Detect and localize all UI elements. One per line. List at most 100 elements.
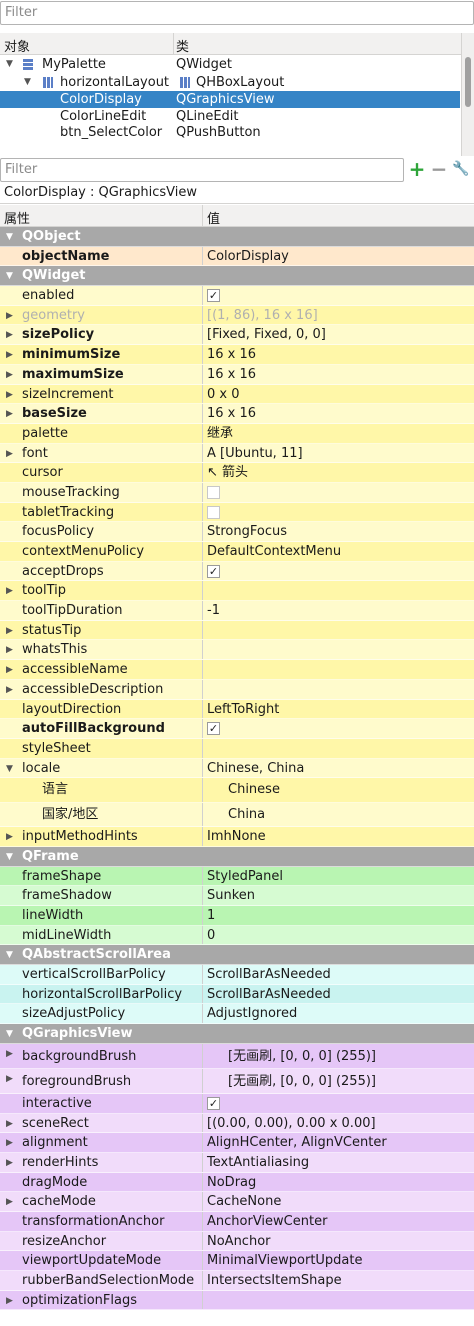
property-value[interactable]: 16 x 16 xyxy=(207,404,256,423)
property-value[interactable]: 1 xyxy=(207,906,215,925)
object-tree-scrollbar[interactable] xyxy=(461,33,474,156)
expand-arrow-icon[interactable]: ▶ xyxy=(6,409,13,419)
collapse-arrow-icon[interactable]: ▼ xyxy=(6,764,13,774)
property-row[interactable]: ▶ inputMethodHints ImhNone xyxy=(0,827,474,847)
property-row[interactable]: toolTipDuration -1 xyxy=(0,601,474,621)
property-row[interactable]: cursor ↖ 箭头 xyxy=(0,463,474,483)
configure-wrench-icon[interactable]: 🔧 xyxy=(450,158,472,182)
property-row[interactable]: 国家/地区 China xyxy=(0,802,474,828)
property-row[interactable]: ▶ minimumSize 16 x 16 xyxy=(0,345,474,365)
add-property-icon[interactable]: + xyxy=(406,158,428,182)
property-row[interactable]: ▶ renderHints TextAntialiasing xyxy=(0,1152,474,1173)
tree-row-colordisplay[interactable]: ColorDisplay QGraphicsView xyxy=(0,91,460,108)
expand-arrow-icon[interactable]: ▶ xyxy=(6,1074,13,1084)
property-row[interactable]: tabletTracking xyxy=(0,502,474,523)
property-row[interactable]: ▶ maximumSize 16 x 16 xyxy=(0,364,474,385)
property-row[interactable]: objectName ColorDisplay xyxy=(0,246,474,267)
property-value[interactable]: MinimalViewportUpdate xyxy=(207,1251,363,1270)
property-value[interactable]: Chinese xyxy=(228,778,280,802)
property-value[interactable]: TextAntialiasing xyxy=(207,1153,309,1172)
property-value[interactable]: IntersectsItemShape xyxy=(207,1271,342,1290)
expand-arrow-icon[interactable]: ▶ xyxy=(6,370,13,380)
property-row[interactable]: ▶ foregroundBrush [无画刷, [0, 0, 0] (255)] xyxy=(0,1068,474,1094)
expand-arrow-icon[interactable]: ▶ xyxy=(6,586,13,596)
property-group-header[interactable]: ▼ QAbstractScrollArea xyxy=(0,945,474,966)
property-value[interactable]: NoAnchor xyxy=(207,1232,271,1251)
expand-arrow-icon[interactable]: ▼ xyxy=(6,59,13,69)
property-header[interactable]: 属性 值 xyxy=(0,205,474,227)
expand-arrow-icon[interactable]: ▶ xyxy=(6,626,13,636)
property-row[interactable]: layoutDirection LeftToRight xyxy=(0,699,474,720)
scrollbar-thumb[interactable] xyxy=(465,57,471,107)
expand-arrow-icon[interactable]: ▶ xyxy=(6,390,13,400)
property-row[interactable]: styleSheet xyxy=(0,738,474,759)
collapse-arrow-icon[interactable]: ▼ xyxy=(6,1029,13,1039)
collapse-arrow-icon[interactable]: ▼ xyxy=(6,950,13,960)
property-value[interactable]: 继承 xyxy=(207,424,233,443)
property-value[interactable]: StyledPanel xyxy=(207,867,283,886)
column-value[interactable]: 值 xyxy=(207,208,220,227)
property-row[interactable]: ▶ baseSize 16 x 16 xyxy=(0,404,474,424)
property-row[interactable]: ▶ whatsThis xyxy=(0,640,474,661)
property-row[interactable]: ▼ locale Chinese, China xyxy=(0,758,474,779)
property-value[interactable]: [无画刷, [0, 0, 0] (255)] xyxy=(228,1044,376,1069)
property-row[interactable]: ▶ accessibleDescription xyxy=(0,679,474,700)
property-row[interactable]: ▶ sizeIncrement 0 x 0 xyxy=(0,384,474,405)
property-row[interactable]: frameShadow Sunken xyxy=(0,886,474,906)
column-class[interactable]: 类 xyxy=(176,36,189,55)
object-filter-input[interactable]: Filter xyxy=(0,1,474,25)
expand-arrow-icon[interactable]: ▶ xyxy=(6,311,13,321)
checkbox[interactable] xyxy=(207,505,220,519)
property-row[interactable]: dragMode NoDrag xyxy=(0,1172,474,1193)
expand-arrow-icon[interactable]: ▶ xyxy=(6,665,13,675)
property-value[interactable]: ScrollBarAsNeeded xyxy=(207,965,331,984)
tree-row-btn-selectcolor[interactable]: btn_SelectColor QPushButton xyxy=(0,124,460,141)
property-value[interactable]: [Fixed, Fixed, 0, 0] xyxy=(207,325,326,344)
collapse-arrow-icon[interactable]: ▼ xyxy=(6,271,13,281)
property-value[interactable]: DefaultContextMenu xyxy=(207,542,341,561)
property-row[interactable]: transformationAnchor AnchorViewCenter xyxy=(0,1211,474,1232)
property-value[interactable]: China xyxy=(228,803,265,827)
property-row[interactable]: 语言 Chinese xyxy=(0,778,474,803)
property-row[interactable]: midLineWidth 0 xyxy=(0,925,474,946)
checkbox[interactable]: ✓ xyxy=(207,564,220,578)
property-row[interactable]: verticalScrollBarPolicy ScrollBarAsNeeded xyxy=(0,965,474,985)
expand-arrow-icon[interactable]: ▶ xyxy=(6,1158,13,1168)
collapse-arrow-icon[interactable]: ▼ xyxy=(6,232,13,242)
tree-row-colorlineedit[interactable]: ColorLineEdit QLineEdit xyxy=(0,108,460,125)
property-value[interactable]: 16 x 16 xyxy=(207,345,256,364)
property-row[interactable]: viewportUpdateMode MinimalViewportUpdate xyxy=(0,1251,474,1271)
property-row[interactable]: contextMenuPolicy DefaultContextMenu xyxy=(0,542,474,562)
property-value[interactable]: ImhNone xyxy=(207,827,266,846)
expand-arrow-icon[interactable]: ▶ xyxy=(6,1049,13,1059)
property-value[interactable]: 16 x 16 xyxy=(207,365,256,384)
property-value[interactable]: StrongFocus xyxy=(207,522,287,541)
property-value[interactable]: [(0.00, 0.00), 0.00 x 0.00] xyxy=(207,1114,376,1133)
property-row[interactable]: ▶ accessibleName xyxy=(0,660,474,680)
property-row[interactable]: resizeAnchor NoAnchor xyxy=(0,1231,474,1252)
property-filter-input[interactable]: Filter xyxy=(0,158,404,182)
property-value[interactable]: LeftToRight xyxy=(207,700,279,719)
property-group-header[interactable]: ▼ QObject xyxy=(0,227,474,247)
tree-row-mypalette[interactable]: ▼ MyPalette QWidget xyxy=(0,56,460,73)
expand-arrow-icon[interactable]: ▶ xyxy=(6,832,13,842)
tree-row-horizontallayout[interactable]: ▼ horizontalLayout QHBoxLayout xyxy=(0,74,460,91)
property-value[interactable]: ScrollBarAsNeeded xyxy=(207,985,331,1004)
property-row[interactable]: ▶ optimizationFlags xyxy=(0,1290,474,1311)
column-object[interactable]: 对象 xyxy=(4,36,30,55)
checkbox[interactable]: ✓ xyxy=(207,1096,220,1110)
property-row[interactable]: ▶ alignment AlignHCenter, AlignVCenter xyxy=(0,1133,474,1153)
property-value[interactable]: AlignHCenter, AlignVCenter xyxy=(207,1133,387,1152)
property-value[interactable]: Sunken xyxy=(207,886,255,905)
expand-arrow-icon[interactable]: ▼ xyxy=(24,77,31,87)
collapse-arrow-icon[interactable]: ▼ xyxy=(6,852,13,862)
expand-arrow-icon[interactable]: ▶ xyxy=(6,1197,13,1207)
property-row[interactable]: ▶ toolTip xyxy=(0,581,474,602)
property-row[interactable]: interactive ✓ xyxy=(0,1093,474,1114)
property-value[interactable]: NoDrag xyxy=(207,1173,256,1192)
property-row[interactable]: acceptDrops ✓ xyxy=(0,561,474,582)
property-row[interactable]: sizeAdjustPolicy AdjustIgnored xyxy=(0,1004,474,1025)
property-value[interactable]: ↖ 箭头 xyxy=(207,463,248,482)
expand-arrow-icon[interactable]: ▶ xyxy=(6,1296,13,1306)
expand-arrow-icon[interactable]: ▶ xyxy=(6,645,13,655)
